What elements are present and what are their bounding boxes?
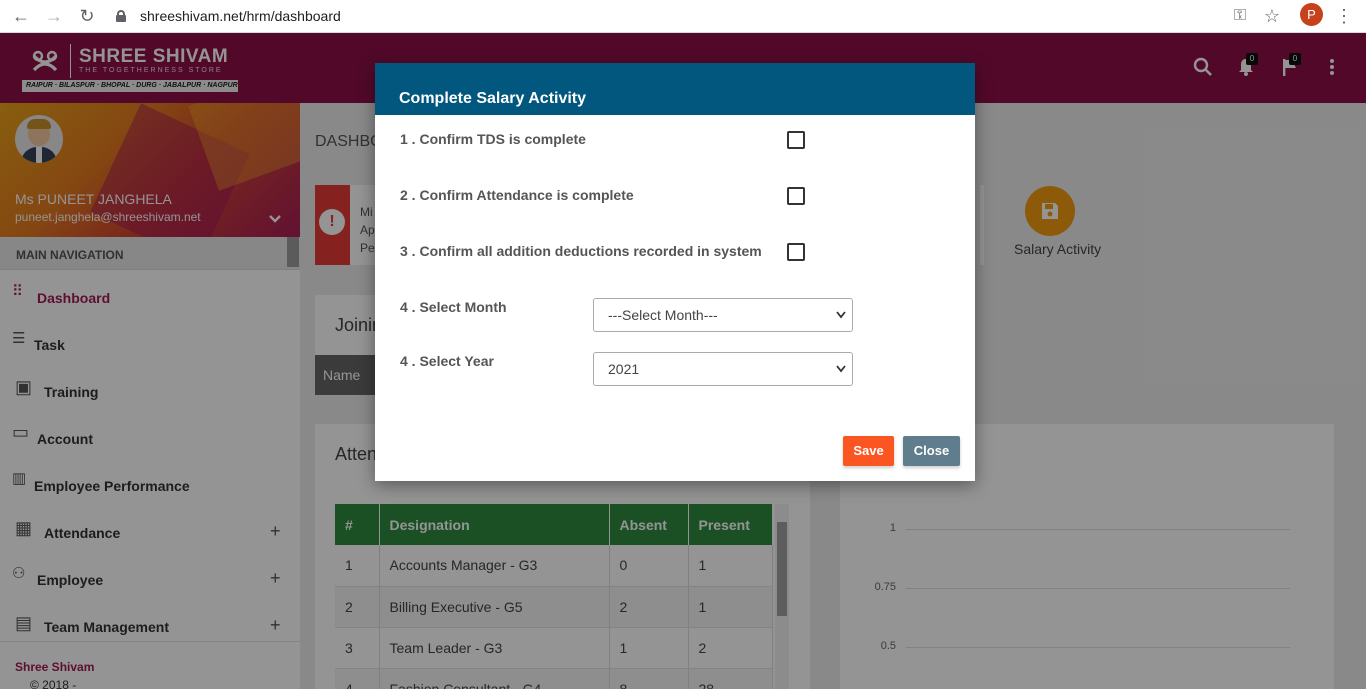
reload-icon[interactable]: ↻ — [77, 6, 97, 26]
url-text[interactable]: shreeshivam.net/hrm/dashboard — [140, 8, 341, 24]
forward-icon[interactable]: → — [44, 6, 64, 26]
year-select-value: 2021 — [608, 361, 640, 377]
browser-profile-avatar[interactable]: P — [1300, 3, 1323, 26]
confirm-attendance-checkbox[interactable] — [787, 187, 805, 205]
confirm-tds-checkbox[interactable] — [787, 131, 805, 149]
confirm-deductions-label: 3 . Confirm all addition deductions reco… — [400, 243, 762, 259]
key-icon[interactable]: ⚿ — [1230, 4, 1250, 28]
browser-menu-icon[interactable]: ⋮ — [1334, 4, 1354, 28]
modal-header: Complete Salary Activity — [375, 63, 975, 115]
complete-salary-activity-modal: Complete Salary Activity 1 . Confirm TDS… — [375, 63, 975, 481]
lock-icon — [116, 10, 126, 22]
confirm-deductions-checkbox[interactable] — [787, 243, 805, 261]
confirm-attendance-label: 2 . Confirm Attendance is complete — [400, 187, 634, 203]
back-icon[interactable]: ← — [11, 6, 31, 26]
modal-title: Complete Salary Activity — [399, 90, 587, 107]
address-bar[interactable]: shreeshivam.net/hrm/dashboard — [116, 4, 341, 28]
chevron-down-icon — [836, 299, 846, 344]
close-button[interactable]: Close — [903, 436, 960, 466]
select-year-label: 4 . Select Year — [400, 353, 494, 369]
confirm-tds-label: 1 . Confirm TDS is complete — [400, 131, 586, 147]
select-month-label: 4 . Select Month — [400, 299, 507, 315]
month-select-value: ---Select Month--- — [608, 307, 718, 323]
year-select[interactable]: 2021 — [593, 352, 853, 386]
star-icon[interactable]: ☆ — [1262, 4, 1282, 28]
browser-toolbar: ← → ↻ shreeshivam.net/hrm/dashboard ⚿ ☆ … — [0, 0, 1366, 33]
month-select[interactable]: ---Select Month--- — [593, 298, 853, 332]
chevron-down-icon — [836, 353, 846, 398]
save-button[interactable]: Save — [843, 436, 894, 466]
